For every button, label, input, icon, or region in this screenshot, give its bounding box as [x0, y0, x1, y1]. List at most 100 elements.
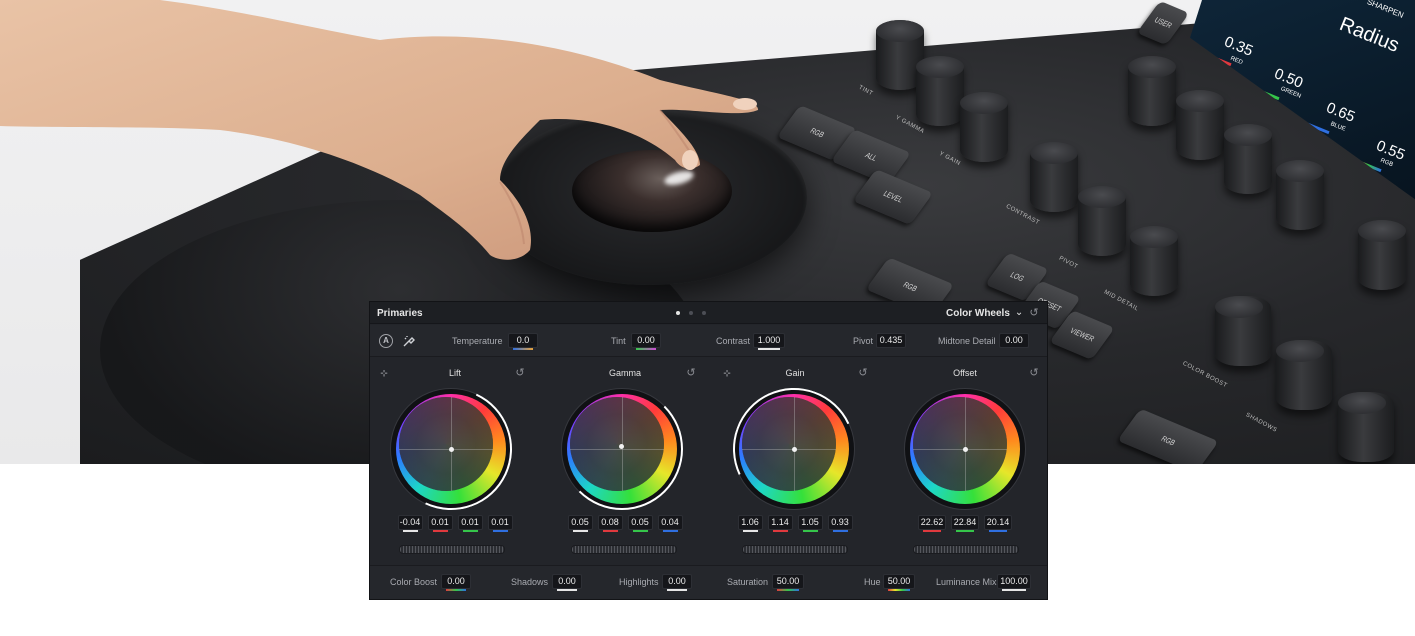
knob	[1224, 124, 1272, 194]
page-indicator	[676, 311, 706, 315]
knob	[1130, 226, 1178, 296]
tint-field[interactable]: 0.00	[631, 333, 661, 350]
temperature-value: 0.0	[516, 335, 530, 345]
auto-balance-icon[interactable]: A	[379, 334, 393, 348]
color-boost-value: 0.00	[447, 576, 465, 586]
page-dot[interactable]	[702, 311, 706, 315]
master-value[interactable]: -0.04	[397, 515, 423, 532]
master-value[interactable]: 1.06	[737, 515, 763, 532]
knob	[1078, 186, 1126, 256]
field-underline	[632, 530, 648, 532]
green-value[interactable]: 1.05	[797, 515, 823, 532]
luminance-mix-field[interactable]: 100.00	[997, 574, 1031, 591]
reset-icon[interactable]: ↺	[857, 367, 869, 379]
wheel-values: -0.04 0.01 0.01 0.01	[370, 515, 540, 532]
blue-value[interactable]: 0.04	[657, 515, 683, 532]
wheel-puck[interactable]	[963, 447, 968, 452]
midtone-detail-value: 0.00	[1005, 335, 1023, 345]
knob	[1338, 392, 1394, 462]
midtone-detail-label: Midtone Detail	[938, 336, 996, 346]
page-dot[interactable]	[689, 311, 693, 315]
lcd-label: RED	[1229, 55, 1244, 67]
field-underline	[513, 348, 533, 350]
wheel-shade	[913, 397, 1007, 491]
contrast-label: Contrast	[716, 336, 751, 346]
red-value[interactable]: 0.08	[597, 515, 623, 532]
value-text: 0.01	[431, 517, 449, 527]
value-text: 0.93	[831, 517, 849, 527]
green-value[interactable]: 0.01	[457, 515, 483, 532]
highlights-label: Highlights	[619, 577, 659, 587]
wheel-name: Offset	[953, 368, 977, 378]
field-underline	[888, 589, 910, 591]
blue-value[interactable]: 0.01	[487, 515, 513, 532]
page-dot[interactable]	[676, 311, 680, 315]
red-value[interactable]: 0.01	[427, 515, 453, 532]
reset-icon[interactable]: ↺	[514, 367, 526, 379]
gain-wheel[interactable]	[715, 370, 873, 528]
wheel-values: 1.06 1.14 1.05 0.93	[710, 515, 880, 532]
master-wheel-jog[interactable]	[913, 545, 1019, 554]
master-wheel-jog[interactable]	[742, 545, 848, 554]
color-wheels-area: ⊹ Lift ↺ -0.04 0.01 0.01 0.01 Gamma ↺ 0.…	[370, 358, 1047, 564]
field-underline	[602, 530, 618, 532]
saturation-field[interactable]: 50.00	[772, 574, 804, 591]
knob	[1176, 90, 1224, 160]
gamma-wheel[interactable]	[561, 388, 683, 510]
value-text: 0.04	[661, 517, 679, 527]
field-underline	[492, 530, 508, 532]
eyedropper-icon[interactable]	[402, 334, 416, 348]
reset-icon[interactable]: ↺	[1028, 367, 1040, 379]
knob	[1128, 56, 1176, 126]
reset-icon[interactable]: ↺	[1028, 307, 1040, 319]
offset-wheel[interactable]	[904, 388, 1026, 510]
blue-value[interactable]: 20.14	[984, 515, 1012, 532]
highlights-value: 0.00	[668, 576, 686, 586]
tint-label: Tint	[611, 336, 626, 346]
master-value[interactable]: 0.05	[567, 515, 593, 532]
knob	[1215, 296, 1271, 366]
blue-value[interactable]: 0.93	[827, 515, 853, 532]
field-underline	[802, 530, 818, 532]
hue-field[interactable]: 50.00	[883, 574, 915, 591]
shadows-field[interactable]: 0.00	[552, 574, 582, 591]
knob	[1276, 340, 1332, 410]
field-underline	[989, 530, 1007, 532]
green-value[interactable]: 22.84	[951, 515, 979, 532]
tint-value: 0.00	[637, 335, 655, 345]
field-underline	[432, 530, 448, 532]
panel-title: Primaries	[377, 308, 423, 319]
master-wheel-jog[interactable]	[571, 545, 677, 554]
field-underline	[636, 348, 656, 350]
red-value[interactable]: 22.62	[918, 515, 946, 532]
field-underline	[446, 589, 466, 591]
lcd-title: SHARPEN	[1365, 0, 1405, 20]
lift-wheel[interactable]	[372, 370, 530, 528]
midtone-detail-field[interactable]: 0.00	[999, 333, 1029, 348]
knob	[916, 56, 964, 126]
highlights-field[interactable]: 0.00	[662, 574, 692, 591]
reset-icon[interactable]: ↺	[685, 367, 697, 379]
temperature-field[interactable]: 0.0	[508, 333, 538, 350]
value-text: -0.04	[399, 517, 421, 527]
color-boost-field[interactable]: 0.00	[441, 574, 471, 591]
contrast-field[interactable]: 1.000	[753, 333, 785, 350]
value-text: 0.05	[571, 517, 589, 527]
value-text: 0.08	[601, 517, 619, 527]
pivot-field[interactable]: 0.435	[876, 333, 906, 348]
red-value[interactable]: 1.14	[767, 515, 793, 532]
mode-label: Color Wheels	[946, 308, 1010, 319]
hue-label: Hue	[864, 577, 881, 587]
value-text: 22.84	[953, 517, 977, 527]
field-underline	[772, 530, 788, 532]
primaries-panel: Primaries Color Wheels ⌄ ↺ A Temperature …	[369, 301, 1048, 600]
value-text: 0.01	[461, 517, 479, 527]
field-underline	[662, 530, 678, 532]
green-value[interactable]: 0.05	[627, 515, 653, 532]
mode-dropdown[interactable]: Color Wheels ⌄	[946, 307, 1023, 319]
field-underline	[572, 530, 588, 532]
hue-value: 50.00	[887, 576, 911, 586]
knob	[1030, 142, 1078, 212]
master-wheel-jog[interactable]	[399, 545, 505, 554]
contrast-value: 1.000	[757, 335, 781, 345]
